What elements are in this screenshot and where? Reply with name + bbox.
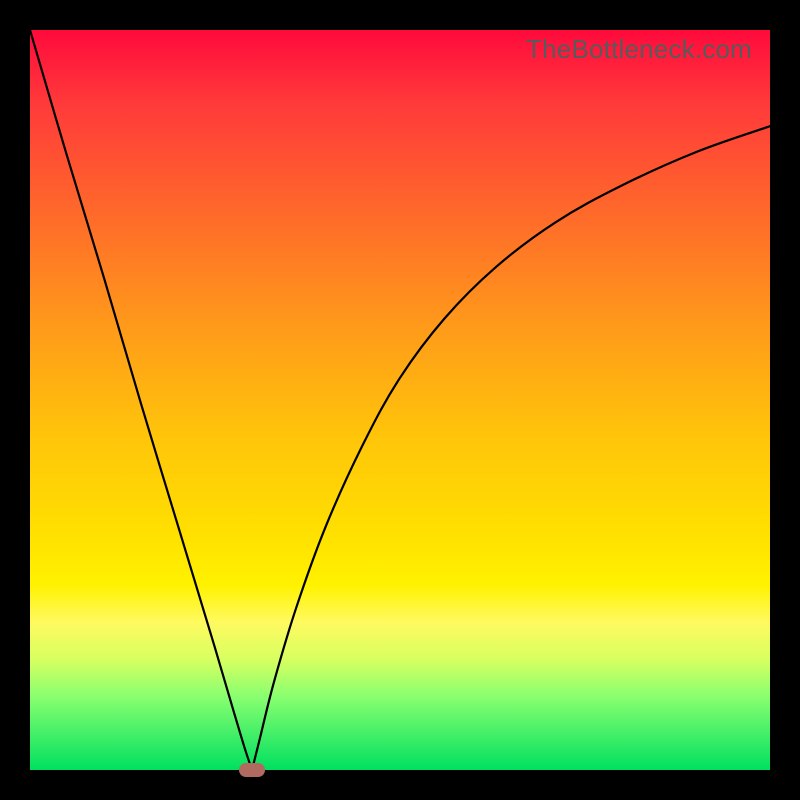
optimum-marker: [239, 763, 265, 777]
curve-right-branch: [252, 126, 770, 770]
chart-stage: TheBottleneck.com: [0, 0, 800, 800]
curve-svg: [30, 30, 770, 770]
curve-left-branch: [30, 30, 252, 770]
plot-area: TheBottleneck.com: [30, 30, 770, 770]
